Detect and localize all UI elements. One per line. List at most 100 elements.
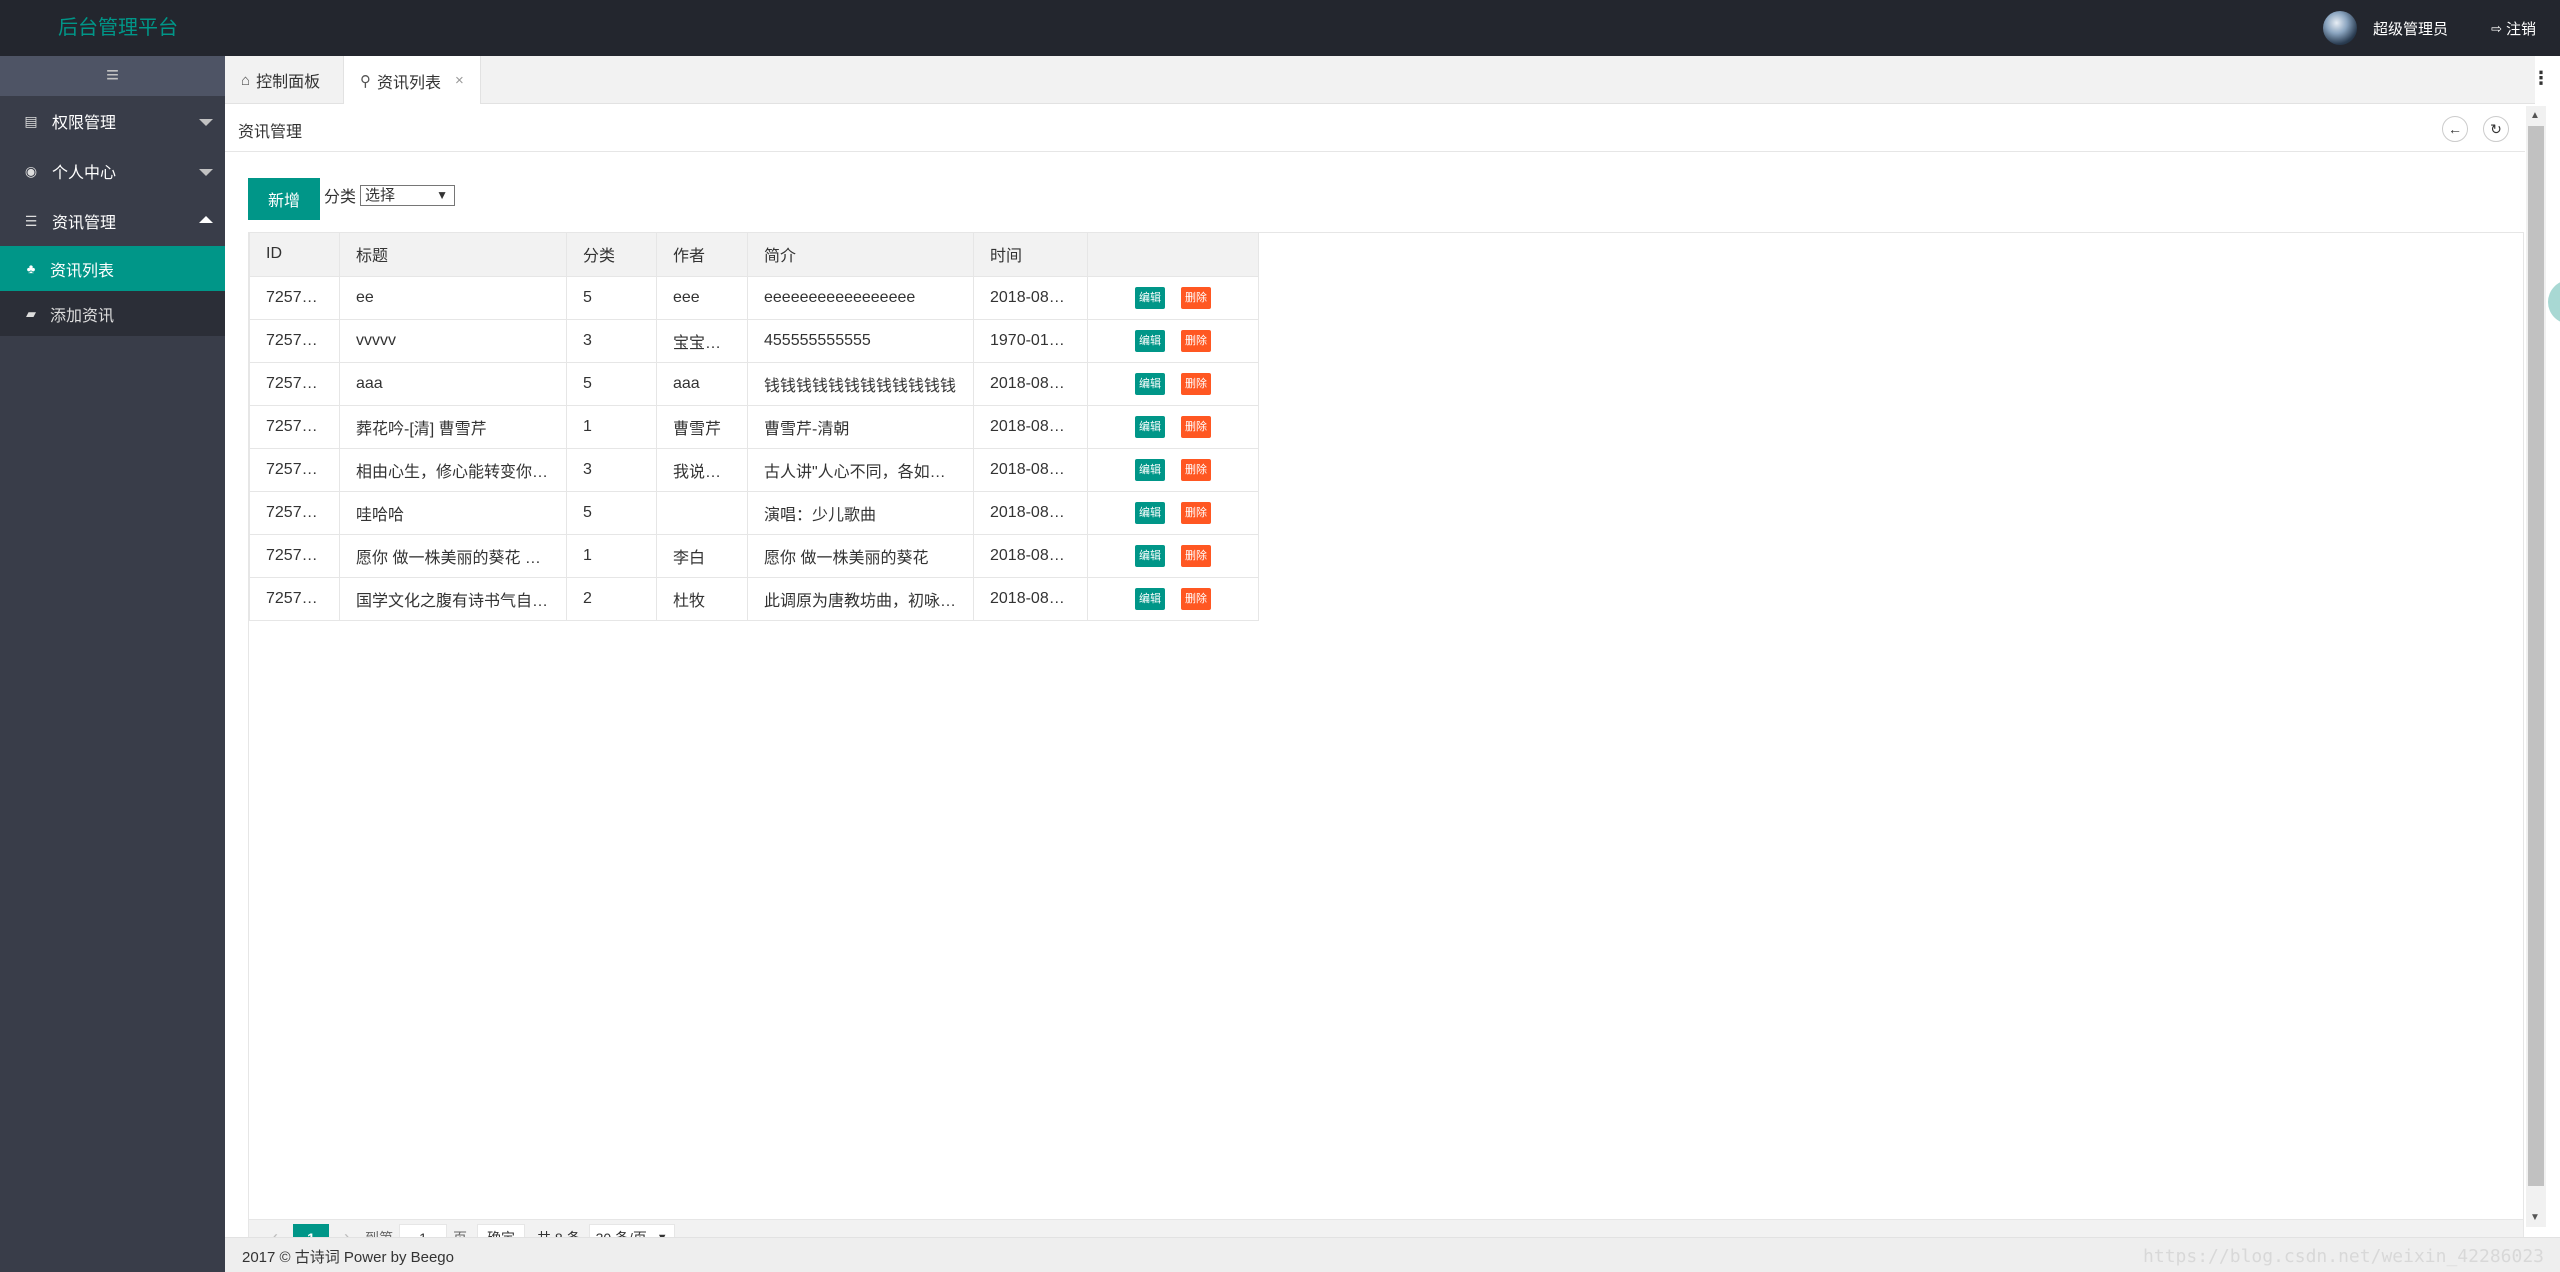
table-row[interactable]: 7257… 哇哈哈 5 演唱：少儿歌曲 2018-08… 编辑 删除 xyxy=(249,490,1259,535)
cell-time[interactable]: 2018-08… xyxy=(973,361,1088,406)
cell-author[interactable]: eee xyxy=(656,275,748,320)
cell-title[interactable]: 相由心生，修心能转变你… xyxy=(339,447,567,492)
table-row[interactable]: 7257… ee 5 eee eeeeeeeeeeeeeeeee 2018-08… xyxy=(249,275,1259,320)
table-row[interactable]: 7257… 国学文化之腹有诗书气自… 2 杜牧 此调原为唐教坊曲，初咏… 201… xyxy=(249,576,1259,621)
more-options-icon[interactable]: ⋮ xyxy=(2532,68,2550,89)
cell-time[interactable]: 2018-08… xyxy=(973,404,1088,449)
cell-category[interactable]: 5 xyxy=(566,490,657,535)
cell-category[interactable]: 5 xyxy=(566,361,657,406)
delete-button[interactable]: 删除 xyxy=(1181,372,1211,395)
cell-id[interactable]: 7257… xyxy=(249,361,340,406)
cell-author[interactable]: aaa xyxy=(656,361,748,406)
sidebar-item-news[interactable]: ☰ 资讯管理 xyxy=(0,196,225,246)
delete-button[interactable]: 删除 xyxy=(1181,329,1211,352)
cell-category[interactable]: 1 xyxy=(566,533,657,578)
cell-id[interactable]: 7257… xyxy=(249,490,340,535)
back-button[interactable]: ← xyxy=(2442,116,2468,142)
delete-button[interactable]: 删除 xyxy=(1181,587,1211,610)
cell-id[interactable]: 7257… xyxy=(249,447,340,492)
cell-title[interactable]: 哇哈哈 xyxy=(339,490,567,535)
cell-title[interactable]: ee xyxy=(339,275,567,320)
edit-button[interactable]: 编辑 xyxy=(1135,415,1165,438)
user-menu[interactable]: 超级管理员 xyxy=(2322,11,2448,45)
cell-author[interactable] xyxy=(656,490,748,535)
table-row[interactable]: 7257… vvvvv 3 宝宝… 455555555555 1970-01… … xyxy=(249,318,1259,363)
cell-author[interactable]: 曹雪芹 xyxy=(656,404,748,449)
cell-intro[interactable]: 钱钱钱钱钱钱钱钱钱钱钱钱 xyxy=(747,361,974,406)
vertical-scrollbar[interactable]: ▲ ▼ xyxy=(2526,106,2546,1227)
cell-intro[interactable]: 曹雪芹-清朝 xyxy=(747,404,974,449)
sidebar-toggle[interactable]: ≡ xyxy=(0,56,225,96)
edit-button[interactable]: 编辑 xyxy=(1135,372,1165,395)
cell-title[interactable]: 葬花吟-[清] 曹雪芹 xyxy=(339,404,567,449)
cell-intro[interactable]: 455555555555 xyxy=(747,318,974,363)
delete-button[interactable]: 删除 xyxy=(1181,415,1211,438)
column-header-id[interactable]: ID xyxy=(249,233,340,277)
edit-button[interactable]: 编辑 xyxy=(1135,329,1165,352)
table-row[interactable]: 7257… 愿你 做一株美丽的葵花 … 1 李白 愿你 做一株美丽的葵花 201… xyxy=(249,533,1259,578)
cell-time[interactable]: 2018-08… xyxy=(973,275,1088,320)
sidebar-item-permissions[interactable]: ▤ 权限管理 xyxy=(0,96,225,146)
cell-id[interactable]: 7257… xyxy=(249,576,340,621)
cell-intro[interactable]: 愿你 做一株美丽的葵花 xyxy=(747,533,974,578)
delete-button[interactable]: 删除 xyxy=(1181,286,1211,309)
cell-category[interactable]: 2 xyxy=(566,576,657,621)
cell-author[interactable]: 李白 xyxy=(656,533,748,578)
sidebar-item-profile[interactable]: ◉ 个人中心 xyxy=(0,146,225,196)
cell-author[interactable]: 杜牧 xyxy=(656,576,748,621)
cell-title[interactable]: 国学文化之腹有诗书气自… xyxy=(339,576,567,621)
column-header-category[interactable]: 分类 xyxy=(566,233,657,277)
edit-button[interactable]: 编辑 xyxy=(1135,544,1165,567)
delete-button[interactable]: 删除 xyxy=(1181,501,1211,524)
tab-news-list[interactable]: ⚲ 资讯列表 × xyxy=(343,56,481,105)
cell-time[interactable]: 2018-08… xyxy=(973,576,1088,621)
cell-author[interactable]: 宝宝… xyxy=(656,318,748,363)
cell-intro[interactable]: 演唱：少儿歌曲 xyxy=(747,490,974,535)
cell-category[interactable]: 3 xyxy=(566,447,657,492)
category-select[interactable]: 选择 ▼ xyxy=(360,184,456,206)
edit-button[interactable]: 编辑 xyxy=(1135,587,1165,610)
edit-button[interactable]: 编辑 xyxy=(1135,501,1165,524)
cell-time[interactable]: 2018-08… xyxy=(973,447,1088,492)
cell-category[interactable]: 5 xyxy=(566,275,657,320)
scroll-down-icon[interactable]: ▼ xyxy=(2530,1212,2540,1223)
add-button[interactable]: 新增 xyxy=(248,178,320,220)
cell-intro[interactable]: eeeeeeeeeeeeeeeee xyxy=(747,275,974,320)
sidebar-item-add-news[interactable]: ▰ 添加资讯 xyxy=(0,291,225,336)
column-header-intro[interactable]: 简介 xyxy=(747,233,974,277)
app-logo-title[interactable]: 后台管理平台 xyxy=(58,15,178,41)
cell-id[interactable]: 7257… xyxy=(249,404,340,449)
sidebar-item-news-list[interactable]: ♣ 资讯列表 xyxy=(0,246,225,291)
edit-button[interactable]: 编辑 xyxy=(1135,458,1165,481)
cell-time[interactable]: 2018-08… xyxy=(973,490,1088,535)
scroll-up-icon[interactable]: ▲ xyxy=(2530,110,2540,121)
cell-intro[interactable]: 古人讲"人心不同，各如… xyxy=(747,447,974,492)
cell-title[interactable]: 愿你 做一株美丽的葵花 … xyxy=(339,533,567,578)
cell-category[interactable]: 3 xyxy=(566,318,657,363)
user-name[interactable]: 超级管理员 xyxy=(2373,18,2448,39)
close-icon[interactable]: × xyxy=(455,72,464,89)
cell-time[interactable]: 2018-08… xyxy=(973,533,1088,578)
table-row[interactable]: 7257… 葬花吟-[清] 曹雪芹 1 曹雪芹 曹雪芹-清朝 2018-08… … xyxy=(249,404,1259,449)
refresh-button[interactable]: ↻ xyxy=(2483,116,2509,142)
delete-button[interactable]: 删除 xyxy=(1181,544,1211,567)
cell-id[interactable]: 7257… xyxy=(249,275,340,320)
edit-button[interactable]: 编辑 xyxy=(1135,286,1165,309)
cell-author[interactable]: 我说… xyxy=(656,447,748,492)
cell-title[interactable]: vvvvv xyxy=(339,318,567,363)
logout-link[interactable]: ⇨ 注销 xyxy=(2491,18,2536,39)
table-row[interactable]: 7257… 相由心生，修心能转变你… 3 我说… 古人讲"人心不同，各如… 20… xyxy=(249,447,1259,492)
cell-title[interactable]: aaa xyxy=(339,361,567,406)
cell-id[interactable]: 7257… xyxy=(249,533,340,578)
column-header-time[interactable]: 时间 xyxy=(973,233,1088,277)
tab-dashboard[interactable]: ⌂ 控制面板 xyxy=(225,56,336,104)
cell-category[interactable]: 1 xyxy=(566,404,657,449)
cell-id[interactable]: 7257… xyxy=(249,318,340,363)
cell-time[interactable]: 1970-01… xyxy=(973,318,1088,363)
column-header-author[interactable]: 作者 xyxy=(656,233,748,277)
table-row[interactable]: 7257… aaa 5 aaa 钱钱钱钱钱钱钱钱钱钱钱钱 2018-08… 编辑… xyxy=(249,361,1259,406)
delete-button[interactable]: 删除 xyxy=(1181,458,1211,481)
scrollbar-thumb[interactable] xyxy=(2528,126,2544,1186)
cell-intro[interactable]: 此调原为唐教坊曲，初咏… xyxy=(747,576,974,621)
column-header-title[interactable]: 标题 xyxy=(339,233,567,277)
